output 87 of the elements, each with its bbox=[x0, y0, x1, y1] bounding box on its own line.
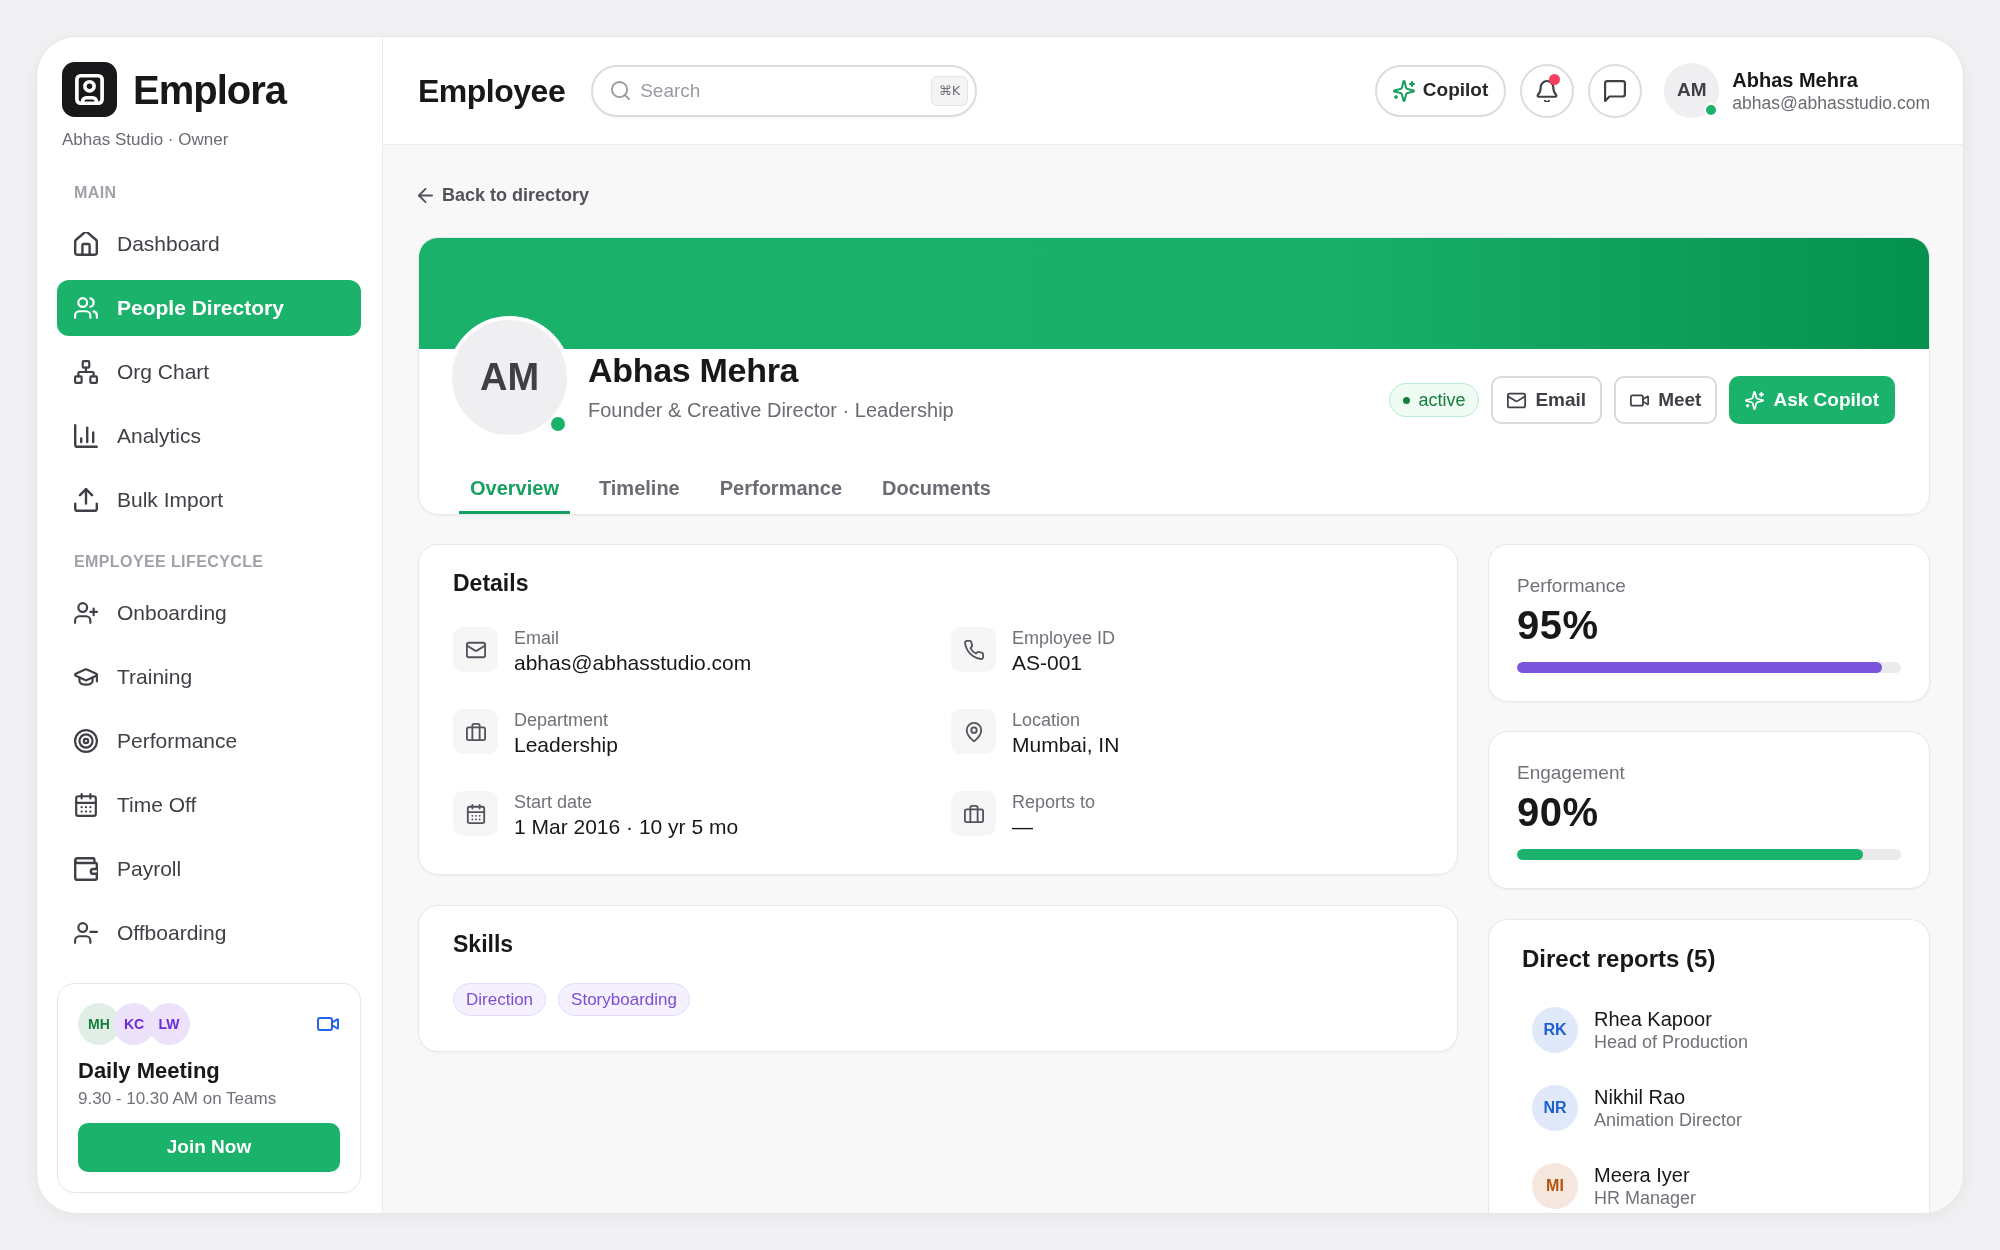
person-name: Rhea Kapoor bbox=[1594, 1007, 1713, 1031]
person-name: Meera Iyer bbox=[1594, 1163, 1691, 1187]
card-title: Direct reports (5) bbox=[1522, 944, 1717, 973]
graduation-cap-icon bbox=[74, 665, 98, 689]
briefcase-icon bbox=[453, 709, 498, 754]
nav-item[interactable]: Offboarding bbox=[57, 905, 361, 961]
briefcase-icon bbox=[951, 791, 996, 836]
field-label: Email bbox=[514, 627, 560, 649]
metric-label: Performance bbox=[1517, 575, 1627, 597]
field-label: Employee ID bbox=[1012, 627, 1116, 649]
person-role: HR Manager bbox=[1594, 1187, 1697, 1209]
field-value: Leadership bbox=[514, 732, 618, 758]
page-title: Employee bbox=[418, 71, 566, 111]
person-avatar: RK bbox=[1532, 1007, 1578, 1053]
nav-item[interactable]: Org Chart bbox=[57, 344, 361, 400]
nav-item[interactable]: Training bbox=[57, 649, 361, 705]
profile-tab[interactable]: Timeline bbox=[587, 462, 691, 514]
remove-user-icon bbox=[74, 921, 98, 945]
card-title: Details bbox=[453, 569, 530, 597]
field-value: — bbox=[1012, 814, 1034, 840]
user-email: abhas@abhasstudio.com bbox=[1732, 91, 1930, 114]
person-avatar: MI bbox=[1532, 1163, 1578, 1209]
person-role: Head of Production bbox=[1594, 1031, 1749, 1053]
section-heading: EMPLOYEE LIFECYCLE bbox=[73, 552, 265, 572]
user-badge-icon bbox=[62, 62, 117, 117]
nav-item[interactable]: Dashboard bbox=[57, 216, 361, 272]
sparkle-icon bbox=[1745, 390, 1765, 410]
field-value: 1 Mar 2016 · 10 yr 5 mo bbox=[514, 814, 739, 840]
upload-icon bbox=[74, 488, 98, 512]
field-label: Start date bbox=[514, 791, 594, 813]
org-chart-icon bbox=[74, 360, 98, 384]
employee-title: Founder & Creative Director · Leadership bbox=[588, 398, 954, 422]
user-avatar[interactable]: AM bbox=[1664, 63, 1720, 118]
profile-tab[interactable]: Documents bbox=[871, 462, 1002, 514]
chat-bubble-icon bbox=[1604, 79, 1627, 102]
phone-icon bbox=[951, 627, 996, 672]
nav-item[interactable]: Onboarding bbox=[57, 585, 361, 641]
field-label: Department bbox=[514, 709, 610, 731]
envelope-icon bbox=[453, 627, 498, 672]
bar-chart-icon bbox=[74, 424, 98, 448]
bell-icon bbox=[1536, 79, 1559, 102]
metric-label: Engagement bbox=[1517, 762, 1626, 784]
copilot-button[interactable]: Copilot bbox=[1374, 64, 1507, 117]
field-label: Location bbox=[1012, 709, 1082, 731]
target-icon bbox=[74, 729, 98, 753]
nav-item[interactable]: Bulk Import bbox=[57, 472, 361, 528]
meeting-title: Daily Meeting bbox=[78, 1058, 221, 1084]
add-user-icon bbox=[74, 601, 98, 625]
skill-tag: Storyboarding bbox=[558, 983, 690, 1016]
map-pin-icon bbox=[951, 709, 996, 754]
section-heading: MAIN bbox=[73, 183, 118, 203]
status-label: active bbox=[1418, 389, 1466, 411]
home-icon bbox=[74, 232, 98, 256]
metric-value: 95% bbox=[1517, 603, 1600, 647]
status-dot-icon bbox=[1403, 396, 1411, 404]
wallet-icon bbox=[74, 857, 98, 881]
person-role: Animation Director bbox=[1594, 1109, 1743, 1131]
email-button[interactable]: Email bbox=[1491, 376, 1603, 424]
people-icon bbox=[74, 296, 98, 320]
field-value: abhas@abhasstudio.com bbox=[514, 650, 752, 676]
calendar-icon bbox=[74, 793, 98, 817]
person-avatar: NR bbox=[1532, 1085, 1578, 1131]
nav-item[interactable]: Performance bbox=[57, 713, 361, 769]
field-label: Reports to bbox=[1012, 791, 1096, 813]
calendar-icon bbox=[453, 791, 498, 836]
envelope-icon bbox=[1507, 390, 1527, 410]
search-icon bbox=[611, 80, 631, 100]
meet-button[interactable]: Meet bbox=[1614, 376, 1718, 424]
attendee-avatar: LW bbox=[148, 1003, 190, 1045]
metric-value: 90% bbox=[1517, 790, 1600, 834]
nav-item[interactable]: Payroll bbox=[57, 841, 361, 897]
person-name: Nikhil Rao bbox=[1594, 1085, 1687, 1109]
profile-tab[interactable]: Performance bbox=[708, 462, 853, 514]
card-title: Skills bbox=[453, 930, 515, 958]
nav-item[interactable]: Time Off bbox=[57, 777, 361, 833]
video-camera-icon bbox=[317, 1017, 339, 1031]
back-link[interactable]: Back to directory bbox=[418, 184, 590, 206]
brand-name: Emplora bbox=[133, 67, 287, 112]
sparkle-icon bbox=[1392, 79, 1415, 102]
field-value: AS-001 bbox=[1012, 650, 1084, 676]
meeting-time: 9.30 - 10.30 AM on Teams bbox=[78, 1089, 278, 1109]
workspace-label: Abhas Studio · Owner bbox=[62, 130, 230, 150]
skill-tag: Direction bbox=[453, 983, 547, 1016]
user-name: Abhas Mehra bbox=[1732, 67, 1859, 92]
employee-name: Abhas Mehra bbox=[588, 350, 800, 391]
field-value: Mumbai, IN bbox=[1012, 732, 1120, 758]
nav-item[interactable]: Analytics bbox=[57, 408, 361, 464]
